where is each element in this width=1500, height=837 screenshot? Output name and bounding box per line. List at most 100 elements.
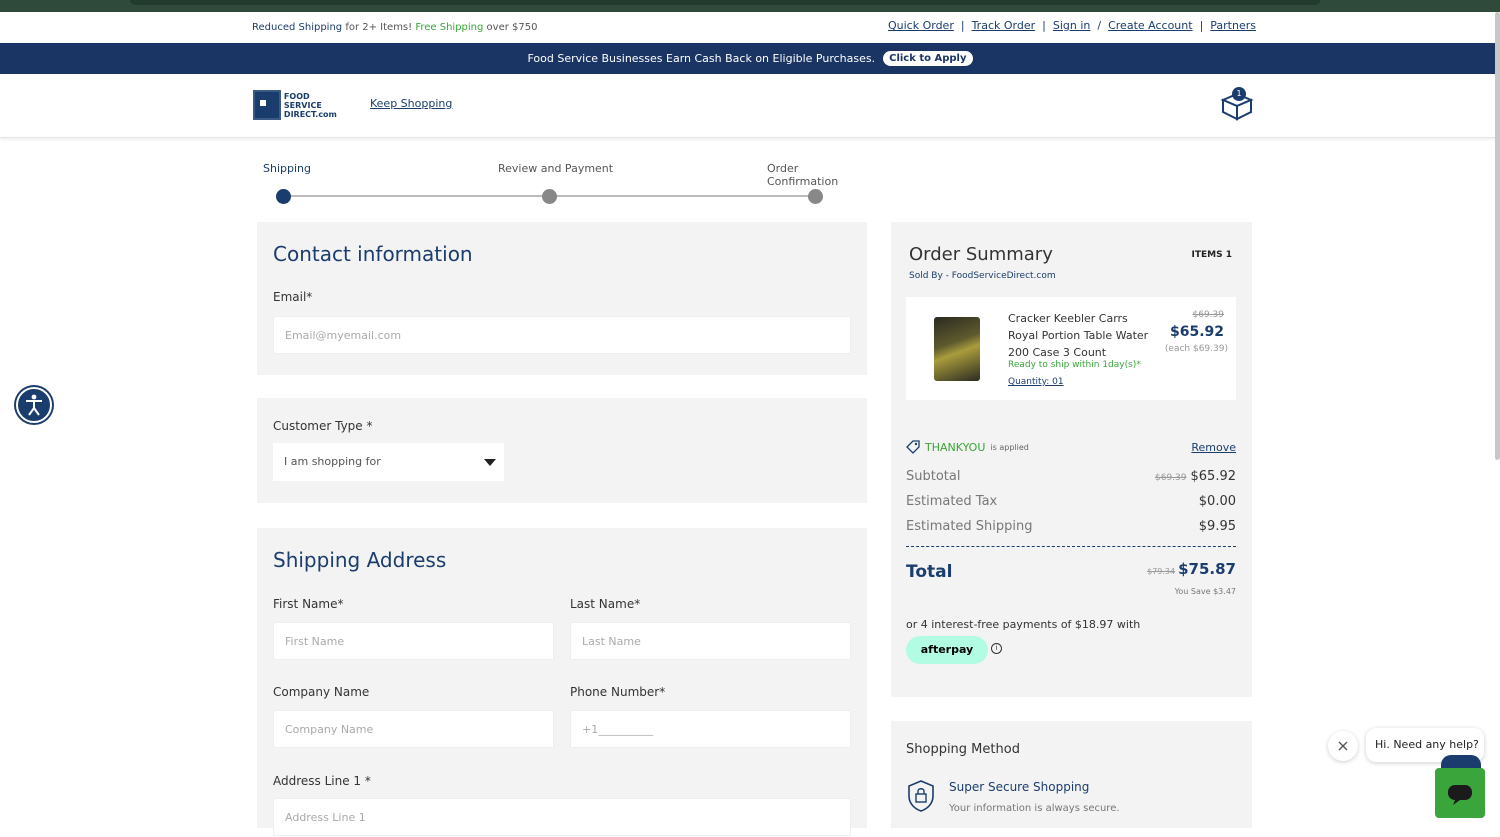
close-icon [1338,741,1348,751]
shipping-title: Shipping Address [273,548,447,572]
cashback-banner: Food Service Businesses Earn Cash Back o… [0,43,1500,74]
shipping-row: Estimated Shipping $9.95 [906,519,1236,534]
utility-bar: Reduced Shipping for 2+ Items! Free Ship… [0,12,1500,43]
email-field[interactable]: Email@myemail.com [273,316,851,354]
page-scrollbar[interactable] [1495,12,1500,460]
total-value-group: $79.34 $75.87 [1147,560,1236,578]
lock-shield-icon [908,780,934,812]
shipping-cost-value: $9.95 [1198,519,1236,534]
last-name-label: Last Name* [570,597,641,611]
order-summary: Order Summary ITEMS 1 Sold By - FoodServ… [891,222,1252,697]
coupon-code: THANKYOU [925,440,986,454]
customer-type-panel: Customer Type * I am shopping for [257,398,867,503]
top-strip [0,0,1500,12]
coupon-applied: THANKYOU is applied [906,440,1029,454]
free-shipping-text: Free Shipping [415,22,484,33]
secure-shopping-subtitle: Your information is always secure. [949,803,1120,814]
partners-link[interactable]: Partners [1210,19,1256,32]
step-confirmation-dot [808,189,823,204]
product-name: Cracker Keebler Carrs Royal Portion Tabl… [1008,312,1149,359]
customer-type-select[interactable]: I am shopping for [273,443,504,481]
product-price: $65.92 [1169,324,1224,340]
step-review-dot [542,189,557,204]
shipping-panel: Shipping Address First Name* First Name … [257,528,867,836]
tax-value: $0.00 [1198,494,1236,509]
quick-order-link[interactable]: Quick Order [888,19,954,32]
click-to-apply-button[interactable]: Click to Apply [883,51,973,66]
site-logo[interactable]: FOOD SERVICE DIRECT.com [253,89,345,121]
ready-to-ship: Ready to ship within 1day(s)* [1008,360,1141,370]
logo-mark-icon [253,90,281,120]
close-chat-button[interactable] [1328,731,1358,761]
company-name-label: Company Name [273,685,370,699]
chat-widget-tab [1441,755,1481,769]
phone-number-label: Phone Number* [570,685,666,699]
subtotal-value: $65.92 [1190,469,1237,484]
email-label: Email* [273,290,313,304]
step-shipping-label: Shipping [263,162,311,175]
track-order-link[interactable]: Track Order [972,19,1036,32]
link-separator: | [1042,19,1046,32]
product-each-price: (each $69.39) [1164,344,1228,354]
cart-count-badge: 1 [1232,87,1246,101]
chat-launcher-button[interactable] [1435,768,1485,818]
chat-icon [1448,785,1472,805]
product-old-price: $69.39 [1192,310,1225,320]
reduced-shipping-text: Reduced Shipping [252,22,343,33]
remove-coupon-link[interactable]: Remove [1191,441,1236,454]
sign-in-link[interactable]: Sign in [1053,19,1091,32]
logo-line-1: FOOD SERVICE [283,91,322,110]
quantity-link[interactable]: Quantity: 01 [1008,377,1064,387]
summary-divider [906,546,1236,547]
keep-shopping-link[interactable]: Keep Shopping [370,97,452,110]
logo-line-2: DIRECT.com [283,109,337,119]
subtotal-label: Subtotal [906,469,961,484]
site-header: FOOD SERVICE DIRECT.com Keep Shopping 1 [0,74,1500,138]
tag-icon [906,440,920,454]
create-account-link[interactable]: Create Account [1108,19,1192,32]
address-line-1-field[interactable]: Address Line 1 [273,798,851,836]
shipping-promo: Reduced Shipping for 2+ Items! Free Ship… [252,22,537,33]
cart-item: Cracker Keebler Carrs Royal Portion Tabl… [906,297,1236,400]
cart-button[interactable]: 1 [1219,86,1255,122]
promo-over-text: over $750 [483,22,538,33]
first-name-label: First Name* [273,597,344,611]
shopping-method-panel: Shopping Method Super Secure Shopping Yo… [891,721,1252,828]
tax-row: Estimated Tax $0.00 [906,494,1236,509]
accessibility-button[interactable] [16,387,52,423]
chevron-down-icon [484,459,496,466]
shopping-method-title: Shopping Method [906,742,1020,757]
company-name-field[interactable]: Company Name [273,710,554,748]
checkout-progress: Shipping Review and Payment Order Confir… [262,160,872,210]
subtotal-row: Subtotal $69.39 $65.92 [906,469,1236,484]
sold-by: Sold By - FoodServiceDirect.com [909,271,1056,281]
product-image[interactable] [934,317,980,381]
link-separator: | [1199,19,1204,32]
afterpay-logo: afterpay [906,636,988,664]
banner-text: Food Service Businesses Earn Cash Back o… [527,52,876,65]
total-value: $75.87 [1178,560,1236,578]
secure-shopping-title: Super Secure Shopping [949,780,1090,794]
last-name-field[interactable]: Last Name [570,622,851,660]
step-confirmation-label: Order Confirmation [767,162,839,188]
contact-panel: Contact information Email* Email@myemail… [257,222,867,375]
accessibility-icon [26,394,42,416]
promo-items-text: for 2+ Items! [342,22,416,33]
afterpay-text: or 4 interest-free payments of $18.97 wi… [906,618,1141,631]
shipping-cost-label: Estimated Shipping [906,519,1033,534]
total-old: $79.34 [1147,567,1176,576]
tax-label: Estimated Tax [906,494,998,509]
step-shipping-dot [276,189,291,204]
order-summary-title: Order Summary [909,244,1053,265]
first-name-field[interactable]: First Name [273,622,554,660]
top-strip-inner [130,0,1320,5]
total-label: Total [906,562,953,582]
utility-links: Quick Order | Track Order | Sign in / Cr… [888,19,1256,32]
customer-type-label: Customer Type * [273,419,373,433]
phone-number-field[interactable]: +1__________ [570,710,851,748]
customer-type-value: I am shopping for [284,455,381,468]
you-save: You Save $3.47 [1174,587,1236,596]
step-review-label: Review and Payment [498,162,614,175]
info-icon[interactable]: i [991,643,1002,654]
link-slash: / [1097,19,1102,32]
